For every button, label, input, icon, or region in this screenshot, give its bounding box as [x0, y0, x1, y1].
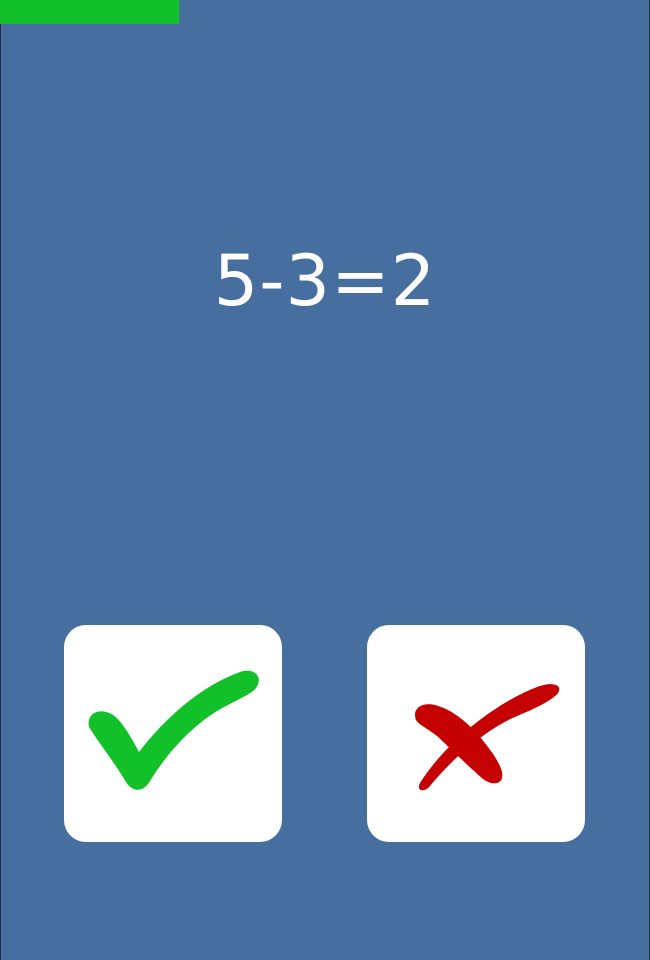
- timer-bar-fill: [0, 0, 179, 24]
- wrong-button[interactable]: [367, 625, 585, 842]
- timer-bar: [0, 0, 650, 24]
- checkmark-icon: [88, 670, 259, 790]
- equation-text: 5-3=2: [213, 240, 437, 322]
- cross-icon: [415, 684, 560, 791]
- correct-button[interactable]: [64, 625, 282, 842]
